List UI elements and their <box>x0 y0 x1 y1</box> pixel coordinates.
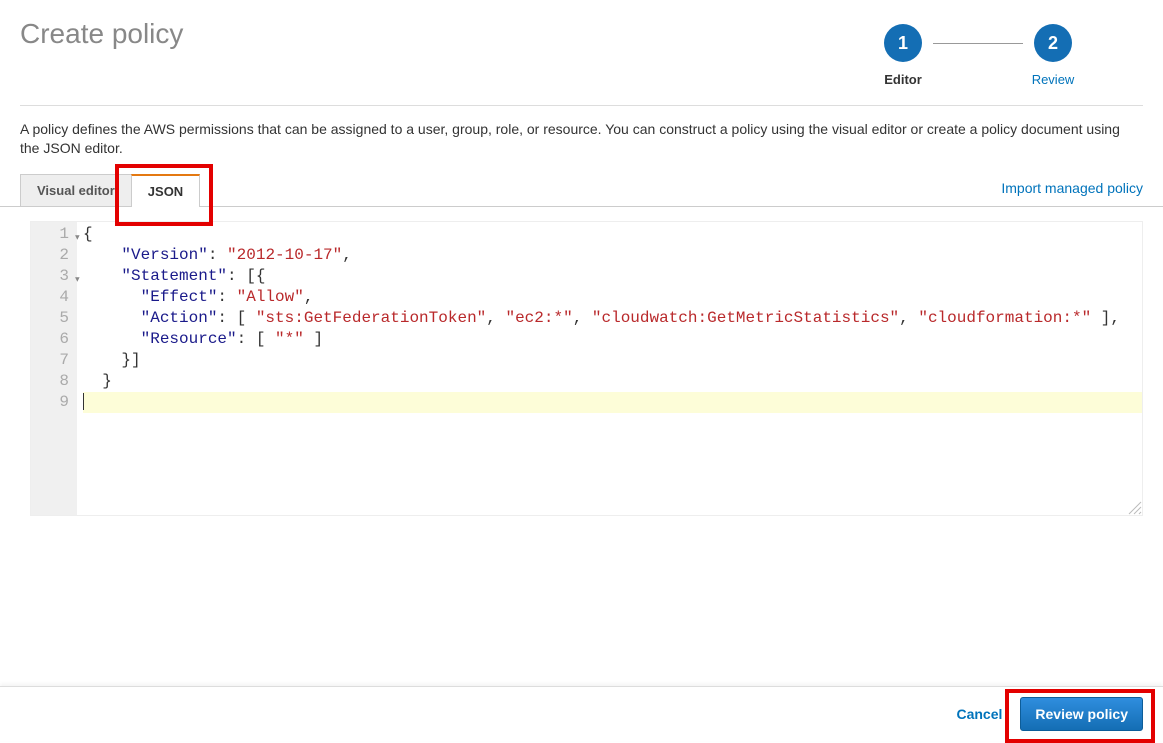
json-editor[interactable]: 1 2 3 4 5 6 7 8 9 { "Version": "2012-10-… <box>30 221 1143 516</box>
resize-handle-icon[interactable] <box>1128 501 1142 515</box>
step-connector <box>933 43 1023 44</box>
step-review[interactable]: 2 Review <box>1023 24 1083 87</box>
gutter-line: 5 <box>31 308 77 329</box>
policy-description: A policy defines the AWS permissions tha… <box>0 106 1163 168</box>
tabs-left: Visual editor JSON <box>20 174 200 206</box>
code-line: "Version": "2012-10-17", <box>83 245 1142 266</box>
gutter-line: 6 <box>31 329 77 350</box>
step-1-label: Editor <box>884 72 922 87</box>
cancel-button[interactable]: Cancel <box>956 706 1002 722</box>
header-row: Create policy 1 Editor 2 Review <box>0 0 1163 87</box>
gutter-line: 8 <box>31 371 77 392</box>
review-policy-button[interactable]: Review policy <box>1020 697 1143 731</box>
step-editor[interactable]: 1 Editor <box>873 24 933 87</box>
gutter-line: 2 <box>31 245 77 266</box>
gutter-line: 7 <box>31 350 77 371</box>
code-line: } <box>83 371 1142 392</box>
editor-gutter: 1 2 3 4 5 6 7 8 9 <box>31 222 77 515</box>
code-line: "Effect": "Allow", <box>83 287 1142 308</box>
import-managed-policy-link[interactable]: Import managed policy <box>1001 180 1143 206</box>
gutter-line: 9 <box>31 392 77 413</box>
code-line: }] <box>83 350 1142 371</box>
tabs-row: Visual editor JSON Import managed policy <box>0 174 1163 207</box>
code-line: "Action": [ "sts:GetFederationToken", "e… <box>83 308 1142 329</box>
gutter-line: 1 <box>31 224 77 245</box>
wizard-stepper: 1 Editor 2 Review <box>873 24 1083 87</box>
page-title: Create policy <box>20 18 183 50</box>
cursor-icon <box>83 393 84 410</box>
step-2-circle: 2 <box>1034 24 1072 62</box>
gutter-line: 3 <box>31 266 77 287</box>
gutter-line: 4 <box>31 287 77 308</box>
tab-json[interactable]: JSON <box>131 174 200 207</box>
code-line: "Statement": [{ <box>83 266 1142 287</box>
step-2-label: Review <box>1032 72 1075 87</box>
code-line: { <box>83 224 1142 245</box>
step-1-circle: 1 <box>884 24 922 62</box>
footer-bar: Cancel Review policy <box>0 686 1163 741</box>
editor-body[interactable]: { "Version": "2012-10-17", "Statement": … <box>77 222 1142 515</box>
code-line: "Resource": [ "*" ] <box>83 329 1142 350</box>
code-line-active <box>83 392 1142 413</box>
tab-visual-editor[interactable]: Visual editor <box>20 174 131 206</box>
